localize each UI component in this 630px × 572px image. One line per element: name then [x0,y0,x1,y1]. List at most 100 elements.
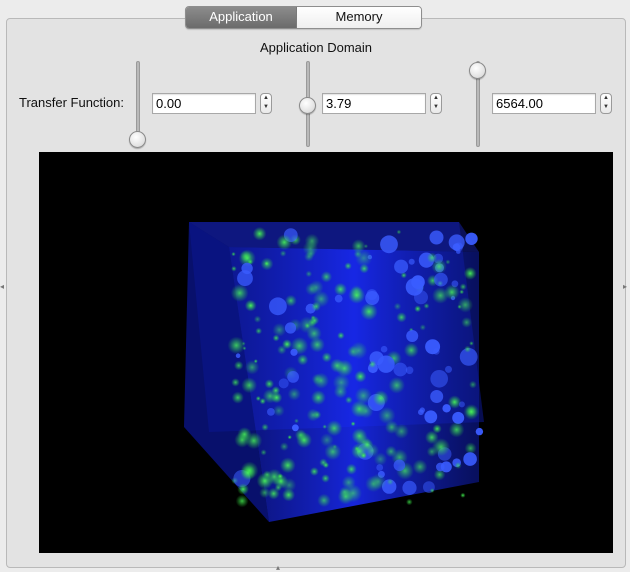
particle [372,390,389,407]
particle [457,297,473,313]
particle [430,370,449,388]
particle [464,345,472,353]
particle [380,345,388,353]
particle [306,408,320,422]
particle [360,302,378,321]
particle [282,488,296,502]
particle [297,354,309,366]
particle [393,362,408,377]
particle [321,474,330,483]
tab-application-context[interactable]: Application Context [186,7,297,28]
transfer-min-field[interactable] [152,93,256,114]
particle [244,360,260,375]
particle [309,467,319,476]
slider-knob[interactable] [129,131,146,148]
particle [241,262,253,275]
particle [426,252,438,263]
transfer-mid-stepper[interactable]: ▲ ▼ [430,93,442,114]
particle [350,421,356,427]
particle [459,283,467,291]
particle [235,494,249,508]
particle [360,438,374,451]
particle [321,352,332,363]
particle [396,312,407,323]
tab-bar: Application Context Memory Topology [185,6,422,29]
particle [344,262,352,270]
particle [380,235,398,254]
particle [235,353,241,358]
transfer-function-label: Transfer Function: [19,95,125,110]
particle [429,488,435,493]
particle [231,391,244,404]
particle [388,377,406,394]
chevron-down-icon[interactable]: ▼ [431,103,441,112]
particle [463,452,477,466]
particle [284,322,297,334]
particle [231,251,236,257]
chevron-up-icon[interactable]: ▲ [431,94,441,103]
chevron-down-icon[interactable]: ▼ [601,103,611,112]
particle [277,473,284,480]
transfer-mid-slider[interactable] [297,61,319,147]
particle [278,378,289,389]
transfer-max-slider[interactable] [467,61,489,147]
particle [263,470,272,479]
particle [345,396,353,404]
particle [322,424,328,430]
particle [296,432,312,448]
particle [272,404,285,417]
transfer-min-stepper[interactable]: ▲ ▼ [260,93,272,114]
particle [475,427,484,436]
particle [313,372,330,389]
particle [305,270,313,278]
particle [252,226,267,241]
particle [403,342,419,358]
particle [279,442,289,451]
volume-render-view[interactable] [39,152,613,553]
particle [334,282,347,296]
chevron-down-icon[interactable]: ▼ [261,103,271,112]
particle [279,457,296,474]
transfer-max-field[interactable] [492,93,596,114]
application-domain-title: Application Domain [260,40,373,55]
transfer-max-stepper[interactable]: ▲ ▼ [600,93,612,114]
slider-knob[interactable] [469,62,486,79]
transfer-min-slider[interactable] [127,61,149,148]
particle [282,339,292,350]
particle [355,249,373,267]
particle [445,365,452,373]
particle [405,366,414,375]
tab-memory-topology[interactable]: Memory Topology [297,7,421,28]
particle [287,371,299,383]
particle [432,348,440,355]
particle [370,473,387,490]
particle [339,486,351,498]
transfer-mid-field[interactable] [322,93,426,114]
particle [458,401,465,408]
particle [261,423,269,431]
particle [426,446,438,457]
particle [363,244,369,249]
particle [358,403,374,419]
particle [306,325,322,342]
particle [412,459,428,475]
particle [418,409,424,416]
chevron-up-icon[interactable]: ▲ [261,94,271,103]
particle [259,487,271,499]
particle [360,452,367,459]
particle [272,334,280,342]
particle [253,315,262,323]
particle [237,483,249,496]
particle [230,284,249,302]
particle [320,271,333,283]
particle [405,278,424,296]
chevron-up-icon[interactable]: ▲ [601,94,611,103]
particle [386,478,394,486]
particle [430,390,444,403]
particle [290,348,298,356]
particle [227,336,245,354]
slider-knob[interactable] [299,96,316,114]
particle [231,265,237,272]
particle [393,459,406,472]
particle [317,493,331,508]
